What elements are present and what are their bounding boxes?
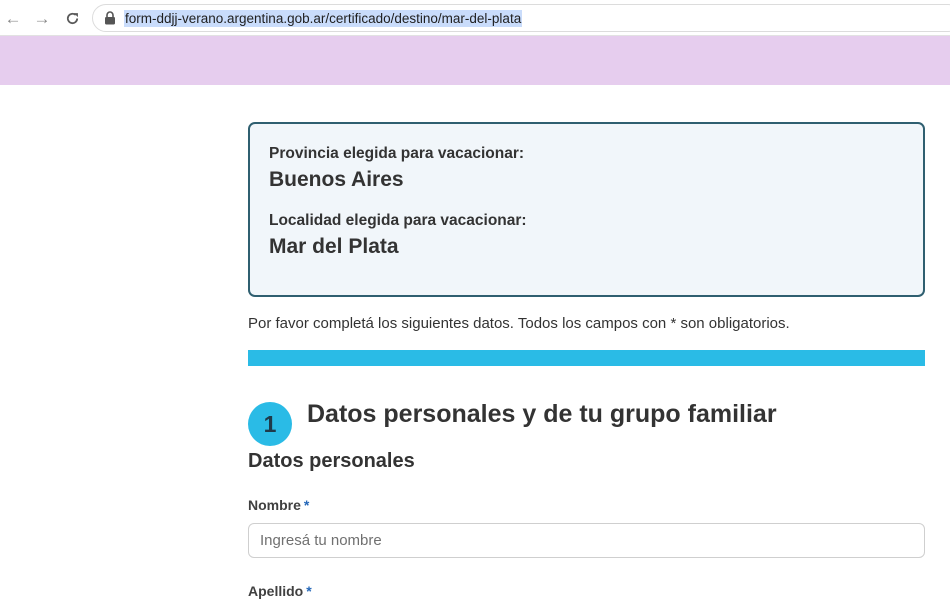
reload-button[interactable]	[62, 8, 82, 28]
browser-toolbar: ← → form-ddjj-verano.argentina.gob.ar/ce…	[0, 0, 950, 36]
destination-summary-card: Provincia elegida para vacacionar: Bueno…	[248, 122, 925, 297]
reload-icon	[66, 12, 78, 24]
forward-button[interactable]: →	[32, 8, 52, 28]
subsection-title: Datos personales	[248, 450, 415, 472]
lock-icon	[105, 11, 115, 25]
step-number-badge: 1	[248, 402, 292, 446]
address-bar[interactable]: form-ddjj-verano.argentina.gob.ar/certif…	[92, 4, 950, 32]
arrow-right-icon: →	[33, 8, 51, 28]
locality-label: Localidad elegida para vacacionar:	[269, 212, 527, 229]
required-mark: *	[303, 497, 310, 513]
nombre-label-text: Nombre	[248, 497, 301, 513]
apellido-label: Apellido *	[248, 583, 312, 599]
site-header-band	[0, 36, 950, 85]
form-instructions: Por favor completá los siguientes datos.…	[248, 315, 790, 332]
back-button[interactable]: ←	[3, 8, 23, 28]
province-label: Provincia elegida para vacacionar:	[269, 145, 525, 162]
arrow-left-icon: ←	[4, 8, 22, 28]
step-title: Datos personales y de tu grupo familiar	[307, 400, 777, 428]
form-progress-bar	[248, 350, 925, 366]
apellido-label-text: Apellido	[248, 583, 304, 599]
locality-value: Mar del Plata	[269, 235, 399, 258]
url-text: form-ddjj-verano.argentina.gob.ar/certif…	[124, 10, 523, 27]
province-value: Buenos Aires	[269, 168, 404, 191]
nombre-label: Nombre *	[248, 497, 309, 513]
nombre-input[interactable]	[248, 523, 925, 558]
required-mark: *	[306, 583, 312, 599]
